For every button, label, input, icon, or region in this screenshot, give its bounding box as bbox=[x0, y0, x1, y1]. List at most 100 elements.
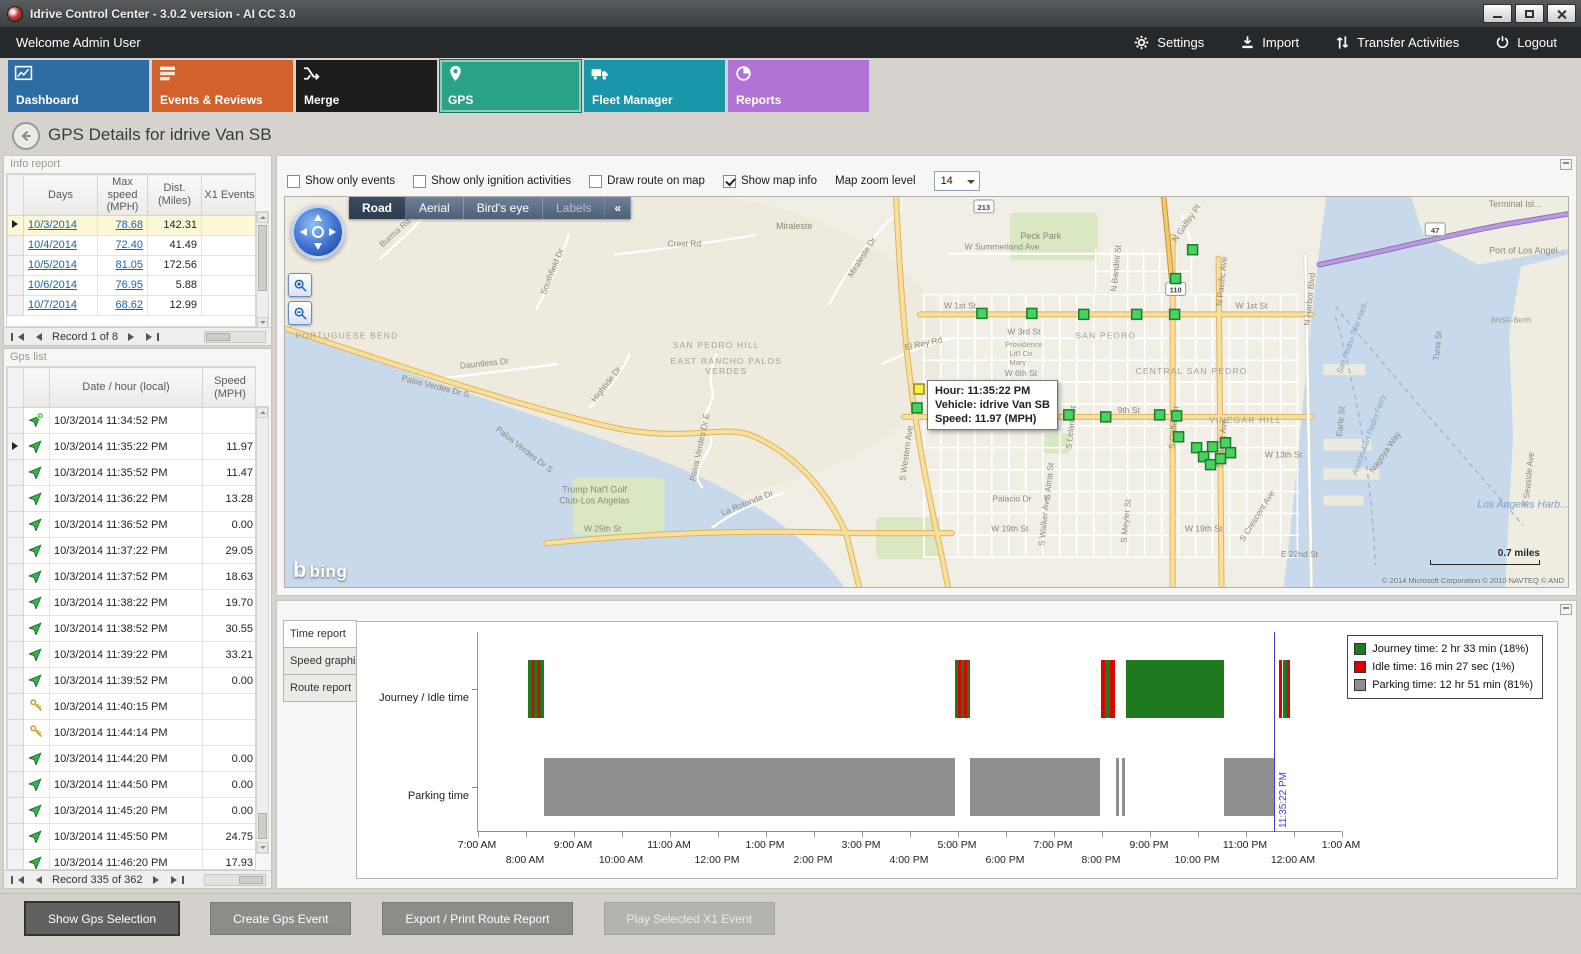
close-button[interactable] bbox=[1547, 4, 1576, 23]
vehicle-marker[interactable] bbox=[1188, 245, 1198, 255]
column-header-speed[interactable]: Speed (MPH) bbox=[203, 368, 257, 408]
max-speed-link[interactable]: 76.95 bbox=[98, 275, 148, 295]
list-item[interactable]: 10/3/2014 11:38:52 PM30.55 bbox=[8, 616, 257, 642]
minimize-button[interactable] bbox=[1483, 4, 1512, 23]
column-header-x1-events[interactable]: X1 Events bbox=[202, 175, 257, 216]
topbar-action-logout[interactable]: Logout bbox=[1495, 35, 1557, 50]
list-item[interactable]: 10/3/2014 11:37:52 PM18.63 bbox=[8, 564, 257, 590]
next-record-button[interactable] bbox=[151, 876, 165, 884]
map-style-labels[interactable]: Labels bbox=[543, 197, 605, 219]
list-item[interactable]: 10/3/2014 11:45:20 PM0.00 bbox=[8, 798, 257, 824]
list-item[interactable]: 10/3/2014 11:39:22 PM33.21 bbox=[8, 642, 257, 668]
scroll-up-icon[interactable] bbox=[257, 407, 268, 418]
map-style-collapse-button[interactable]: « bbox=[605, 197, 631, 219]
vehicle-marker[interactable] bbox=[1170, 309, 1180, 319]
column-header-distance[interactable]: Dist. (Miles) bbox=[148, 175, 202, 216]
table-row[interactable]: 10/3/201478.68142.31 bbox=[8, 215, 257, 235]
list-item[interactable]: 10/3/2014 11:44:20 PM0.00 bbox=[8, 746, 257, 772]
vehicle-marker[interactable] bbox=[1208, 442, 1218, 452]
vehicle-marker[interactable] bbox=[1101, 412, 1111, 422]
first-record-button[interactable] bbox=[9, 876, 26, 884]
nav-tile-dashboard[interactable]: Dashboard bbox=[8, 60, 149, 112]
info-report-scrollbar[interactable] bbox=[256, 211, 269, 329]
scrollbar-thumb[interactable] bbox=[258, 225, 267, 291]
collapse-map-panel-button[interactable] bbox=[1560, 159, 1572, 170]
collapse-chart-panel-button[interactable] bbox=[1560, 604, 1572, 615]
list-item[interactable]: 10/3/2014 11:36:22 PM13.28 bbox=[8, 486, 257, 512]
scroll-up-icon[interactable] bbox=[257, 212, 268, 223]
back-button[interactable] bbox=[12, 122, 40, 150]
topbar-action-transfer-activities[interactable]: Transfer Activities bbox=[1335, 35, 1459, 50]
vehicle-marker[interactable] bbox=[1226, 448, 1236, 458]
date-link[interactable]: 10/6/2014 bbox=[24, 275, 98, 295]
max-speed-link[interactable]: 68.62 bbox=[98, 295, 148, 315]
vehicle-marker[interactable] bbox=[1216, 454, 1226, 464]
max-speed-link[interactable]: 81.05 bbox=[98, 255, 148, 275]
vehicle-marker[interactable] bbox=[912, 403, 922, 413]
selected-vehicle-marker[interactable] bbox=[914, 384, 924, 394]
list-item[interactable]: 10/3/2014 11:44:50 PM0.00 bbox=[8, 772, 257, 798]
list-item[interactable]: 10/3/2014 11:35:22 PM11.97 bbox=[8, 434, 257, 460]
nav-tile-events-reviews[interactable]: Events & Reviews bbox=[152, 60, 293, 112]
gps-list-scrollbar[interactable] bbox=[256, 406, 269, 854]
table-row[interactable]: 10/7/201468.6212.99 bbox=[8, 295, 257, 315]
list-item[interactable]: 10/3/2014 11:35:52 PM11.47 bbox=[8, 460, 257, 486]
date-link[interactable]: 10/7/2014 bbox=[24, 295, 98, 315]
column-header-date-hour[interactable]: Date / hour (local) bbox=[50, 368, 203, 408]
footer-button-create-gps-event[interactable]: Create Gps Event bbox=[210, 902, 351, 935]
date-link[interactable]: 10/4/2014 bbox=[24, 235, 98, 255]
pager-scrollbar[interactable] bbox=[204, 874, 266, 886]
date-link[interactable]: 10/5/2014 bbox=[24, 255, 98, 275]
last-record-button[interactable] bbox=[169, 876, 186, 884]
table-row[interactable]: 10/4/201472.4041.49 bbox=[8, 235, 257, 255]
scrollbar-thumb[interactable] bbox=[239, 876, 263, 884]
footer-button-show-gps-selection[interactable]: Show Gps Selection bbox=[25, 902, 179, 935]
table-row[interactable]: 10/6/201476.955.88 bbox=[8, 275, 257, 295]
nav-tile-fleet-manager[interactable]: Fleet Manager bbox=[584, 60, 725, 112]
time-cursor[interactable] bbox=[1274, 632, 1275, 832]
vehicle-marker[interactable] bbox=[1171, 274, 1181, 284]
list-item[interactable]: 10/3/2014 11:39:52 PM0.00 bbox=[8, 668, 257, 694]
vehicle-marker[interactable] bbox=[1027, 308, 1037, 318]
next-record-button[interactable] bbox=[126, 333, 140, 341]
zoom-out-button[interactable] bbox=[288, 301, 312, 325]
scrollbar-thumb[interactable] bbox=[206, 333, 230, 341]
date-link[interactable]: 10/3/2014 bbox=[24, 215, 98, 235]
topbar-action-settings[interactable]: Settings bbox=[1133, 34, 1204, 51]
map-compass[interactable] bbox=[291, 205, 345, 259]
checkbox-show-map-info[interactable]: Show map info bbox=[723, 175, 817, 188]
tab-route-report[interactable]: Route report bbox=[283, 674, 357, 702]
vehicle-marker[interactable] bbox=[1155, 410, 1165, 420]
column-header-max-speed[interactable]: Max speed (MPH) bbox=[98, 175, 148, 216]
map-style-aerial[interactable]: Aerial bbox=[406, 197, 464, 219]
scroll-down-icon[interactable] bbox=[257, 842, 268, 853]
max-speed-link[interactable]: 78.68 bbox=[98, 215, 148, 235]
max-speed-link[interactable]: 72.40 bbox=[98, 235, 148, 255]
vehicle-marker[interactable] bbox=[1064, 410, 1074, 420]
topbar-action-import[interactable]: Import bbox=[1240, 35, 1299, 50]
list-item[interactable]: 10/3/2014 11:34:52 PM bbox=[8, 408, 257, 434]
vehicle-marker[interactable] bbox=[1132, 309, 1142, 319]
list-item[interactable]: 10/3/2014 11:37:22 PM29.05 bbox=[8, 538, 257, 564]
vehicle-marker[interactable] bbox=[1221, 438, 1231, 448]
scrollbar-thumb[interactable] bbox=[258, 813, 267, 839]
zoom-in-button[interactable] bbox=[288, 273, 312, 297]
map-style-road[interactable]: Road bbox=[349, 197, 406, 219]
table-row[interactable]: 10/5/201481.05172.56 bbox=[8, 255, 257, 275]
tab-time-report[interactable]: Time report bbox=[283, 620, 357, 648]
last-record-button[interactable] bbox=[144, 333, 161, 341]
prev-record-button[interactable] bbox=[30, 333, 44, 341]
map-zoom-select[interactable]: 14 bbox=[934, 171, 980, 191]
checkbox-draw-route-on-map[interactable]: Draw route on map bbox=[589, 175, 705, 188]
prev-record-button[interactable] bbox=[30, 876, 44, 884]
vehicle-marker[interactable] bbox=[977, 308, 987, 318]
map-style-bird-s-eye[interactable]: Bird's eye bbox=[464, 197, 543, 219]
footer-button-export-print-route-report[interactable]: Export / Print Route Report bbox=[382, 902, 572, 935]
nav-tile-gps[interactable]: GPS bbox=[440, 60, 581, 112]
nav-tile-reports[interactable]: Reports bbox=[728, 60, 869, 112]
vehicle-marker[interactable] bbox=[1206, 460, 1216, 470]
nav-tile-merge[interactable]: Merge bbox=[296, 60, 437, 112]
tab-speed-graphic[interactable]: Speed graphic bbox=[283, 647, 357, 675]
list-item[interactable]: 10/3/2014 11:44:14 PM bbox=[8, 720, 257, 746]
list-item[interactable]: 10/3/2014 11:36:52 PM0.00 bbox=[8, 512, 257, 538]
